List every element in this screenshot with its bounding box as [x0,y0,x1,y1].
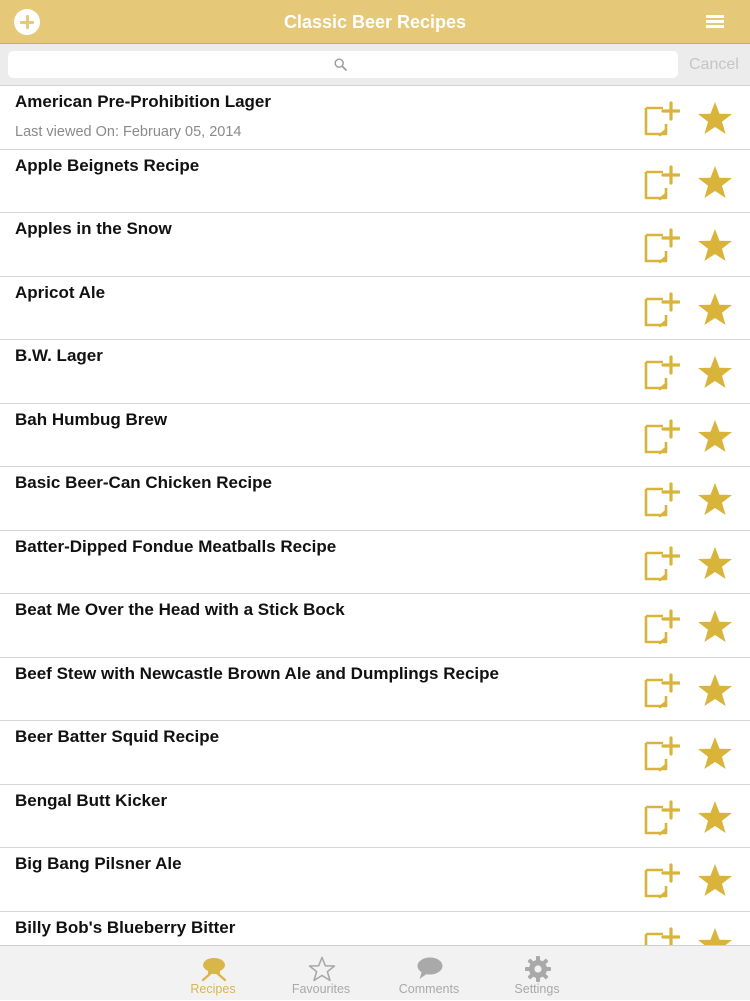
list-item[interactable]: Beat Me Over the Head with a Stick Bock [0,594,750,658]
add-note-icon[interactable] [642,862,680,900]
add-note-icon[interactable] [642,799,680,837]
recipe-last-viewed: Last viewed On: February 05, 2014 [15,124,242,140]
recipe-title: Bah Humbug Brew [15,409,168,429]
add-note-icon[interactable] [642,481,680,519]
favourite-star-icon[interactable] [696,481,734,519]
recipe-title: Apple Beignets Recipe [15,155,200,175]
recipe-list: American Pre-Prohibition Lager Last view… [0,86,750,945]
favourite-star-icon[interactable] [696,164,734,202]
favourite-star-icon[interactable] [696,735,734,773]
tab-settings[interactable]: Settings [482,946,592,1001]
add-note-icon[interactable] [642,354,680,392]
tab-label: Recipes [190,982,236,996]
favourite-star-icon[interactable] [696,545,734,583]
navigation-bar: Classic Beer Recipes [0,0,750,44]
add-note-icon[interactable] [642,164,680,202]
menu-icon[interactable] [706,14,724,29]
recipe-title: B.W. Lager [15,346,103,365]
favourite-star-icon[interactable] [696,608,734,646]
list-item[interactable]: Beef Stew with Newcastle Brown Ale and D… [0,658,750,721]
list-item[interactable]: Apples in the Snow [0,213,750,277]
add-note-icon[interactable] [642,291,680,329]
recipe-title: Bengal Butt Kicker [15,790,168,810]
recipe-title: American Pre-Prohibition Lager [15,92,271,111]
cancel-button[interactable]: Cancel [689,54,739,76]
add-note-icon[interactable] [642,418,680,456]
add-note-icon[interactable] [642,227,680,265]
list-item[interactable]: Big Bang Pilsner Ale [0,848,750,912]
add-note-icon[interactable] [642,735,680,773]
favourite-star-icon[interactable] [696,799,734,837]
star-outline-icon [308,956,336,982]
tab-favourites[interactable]: Favourites [266,946,376,1001]
tab-label: Favourites [291,982,351,996]
list-item[interactable]: Bengal Butt Kicker [0,785,750,848]
add-note-icon[interactable] [642,672,680,710]
favourite-star-icon[interactable] [696,926,734,946]
gear-icon [525,956,551,982]
favourite-star-icon[interactable] [696,418,734,456]
tab-recipes[interactable]: Recipes [158,946,268,1001]
recipe-title: Apricot Ale [15,282,106,302]
add-note-icon[interactable] [642,100,680,138]
list-item[interactable]: Bah Humbug Brew [0,404,750,467]
recipe-title: Big Bang Pilsner Ale [15,854,182,873]
favourite-star-icon[interactable] [696,672,734,710]
list-item[interactable]: Billy Bob's Blueberry Bitter [0,912,750,946]
list-item[interactable]: Apple Beignets Recipe [0,150,750,213]
search-bar: Cancel [0,44,750,86]
recipe-title: Billy Bob's Blueberry Bitter [15,917,236,937]
recipe-title: Beef Stew with Newcastle Brown Ale and D… [15,663,499,683]
favourite-star-icon[interactable] [696,100,734,138]
recipe-title: Beer Batter Squid Recipe [15,727,220,746]
list-item[interactable]: Basic Beer-Can Chicken Recipe [0,467,750,531]
recipe-title: Apples in the Snow [15,219,172,238]
speech-bubble-icon [417,957,443,979]
chef-hat-icon [201,958,227,982]
recipe-title: Batter-Dipped Fondue Meatballs Recipe [15,536,337,556]
tab-bar: Recipes Favourites Comments Settings [0,945,750,1000]
tab-label: Comments [398,982,460,996]
add-note-icon[interactable] [642,545,680,583]
search-icon [334,58,347,71]
list-item[interactable]: Batter-Dipped Fondue Meatballs Recipe [0,531,750,594]
favourite-star-icon[interactable] [696,354,734,392]
list-item[interactable]: American Pre-Prohibition Lager Last view… [0,86,750,150]
list-item[interactable]: B.W. Lager [0,340,750,404]
list-item[interactable]: Beer Batter Squid Recipe [0,721,750,785]
favourite-star-icon[interactable] [696,291,734,329]
page-title: Classic Beer Recipes [283,12,467,32]
recipe-title: Basic Beer-Can Chicken Recipe [15,473,272,492]
add-note-icon[interactable] [642,608,680,646]
favourite-star-icon[interactable] [696,862,734,900]
add-note-icon[interactable] [642,926,680,946]
tab-label: Settings [514,982,560,996]
tab-comments[interactable]: Comments [374,946,484,1001]
favourite-star-icon[interactable] [696,227,734,265]
recipe-title: Beat Me Over the Head with a Stick Bock [15,600,345,619]
list-item[interactable]: Apricot Ale [0,277,750,340]
